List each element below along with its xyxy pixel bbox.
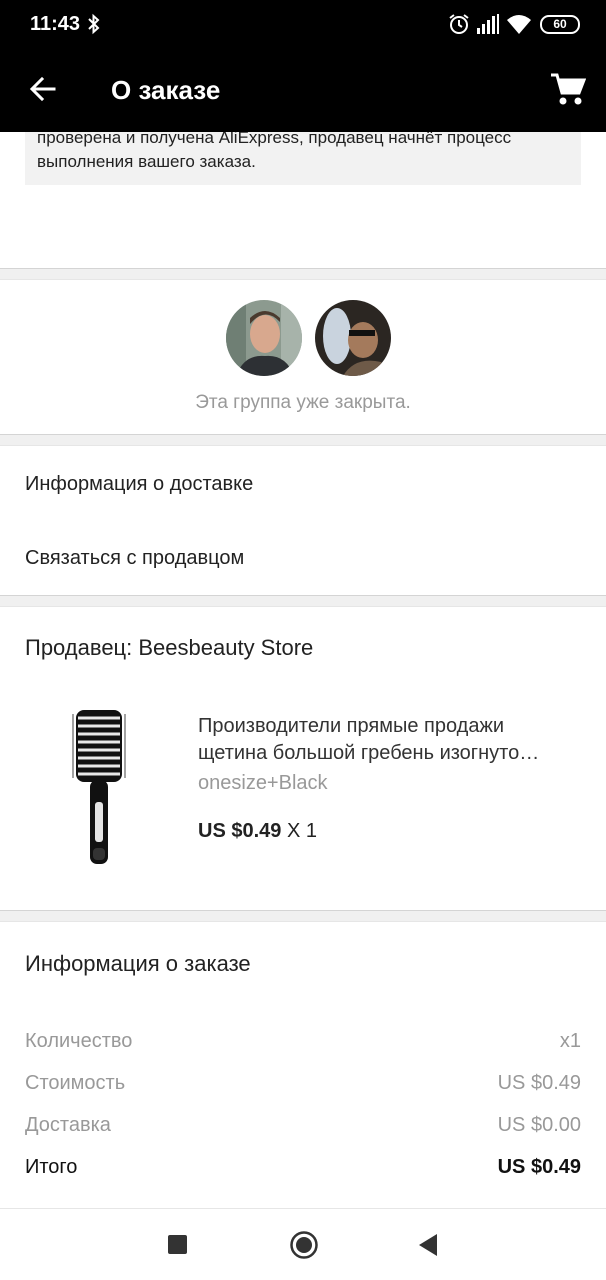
delivery-info-link[interactable]: Информация о доставке	[25, 473, 253, 496]
alarm-icon	[449, 14, 469, 34]
product-title[interactable]: Производители прямые продажи щетина боль…	[198, 713, 580, 767]
arrow-left-icon[interactable]	[28, 74, 58, 104]
group-status: Эта группа уже закрыта.	[195, 392, 411, 413]
app-bar: О заказе	[0, 50, 606, 132]
section-divider	[0, 268, 606, 280]
summary-label: Стоимость	[25, 1072, 126, 1094]
page-title: О заказе	[111, 75, 221, 105]
order-info-title: Информация о заказе	[25, 951, 251, 976]
system-nav-bar	[0, 1208, 606, 1280]
summary-label: Доставка	[25, 1114, 111, 1136]
product-price-row: US $0.49 X 1	[198, 820, 317, 843]
summary-label: Количество	[25, 1030, 133, 1052]
recent-apps-icon[interactable]	[168, 1235, 187, 1254]
section-divider	[0, 595, 606, 607]
battery-level: 60	[553, 17, 567, 31]
battery-icon: 60	[540, 15, 580, 34]
signal-icon	[477, 14, 499, 34]
section-divider	[0, 434, 606, 446]
hairbrush-product-image[interactable]	[68, 706, 130, 868]
avatar-member-2	[315, 300, 391, 376]
summary-row-shipping: Доставка US $0.00	[25, 1114, 581, 1140]
product-variant: onesize+Black	[198, 772, 328, 794]
section-divider	[0, 910, 606, 922]
summary-row-quantity: Количество x1	[25, 1030, 581, 1056]
notice-line-2: выполнения вашего заказа.	[37, 152, 256, 171]
summary-value: US $0.49	[497, 1072, 581, 1094]
avatar-member-1	[226, 300, 302, 376]
summary-value: US $0.49	[497, 1156, 581, 1178]
summary-row-cost: Стоимость US $0.49	[25, 1072, 581, 1098]
status-time: 11:43	[30, 13, 81, 35]
product-title-line-2: щетина большой гребень изогнуто…	[198, 742, 540, 764]
nav-back-icon[interactable]	[416, 1232, 438, 1258]
cart-icon[interactable]	[550, 72, 586, 106]
summary-value: x1	[559, 1030, 581, 1052]
contact-seller-link[interactable]: Связаться с продавцом	[25, 547, 244, 570]
bluetooth-icon	[88, 13, 100, 35]
home-icon[interactable]	[289, 1230, 319, 1260]
product-title-line-1: Производители прямые продажи	[198, 715, 505, 737]
product-price: US $0.49	[198, 820, 282, 842]
summary-label: Итого	[25, 1156, 78, 1178]
summary-row-total: Итого US $0.49	[25, 1156, 581, 1182]
summary-value: US $0.00	[497, 1114, 581, 1136]
seller-name[interactable]: Продавец: Beesbeauty Store	[25, 635, 313, 661]
status-bar: 11:43 60	[0, 0, 606, 50]
wifi-icon	[507, 15, 531, 34]
product-quantity: X 1	[286, 820, 317, 842]
